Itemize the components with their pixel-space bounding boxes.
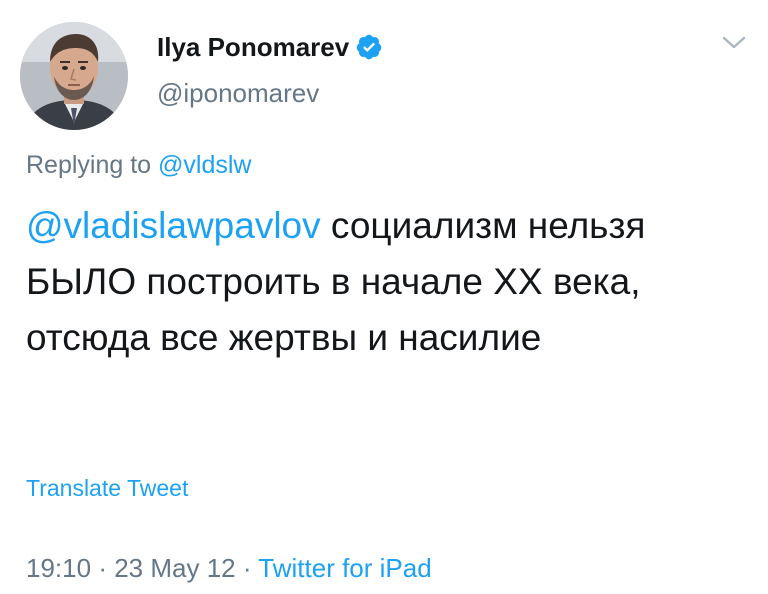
tweet-meta: 19:10 · 23 May 12 · Twitter for iPad <box>26 552 432 584</box>
meta-separator: · <box>98 553 107 583</box>
tweet-mention-link[interactable]: @vladislawpavlov <box>26 205 321 246</box>
author-name-row[interactable]: Ilya Ponomarev <box>157 32 383 62</box>
tweet-source-link[interactable]: Twitter for iPad <box>258 553 431 583</box>
author-handle[interactable]: @iponomarev <box>157 78 319 108</box>
meta-separator: · <box>242 553 252 583</box>
tweet-time[interactable]: 19:10 <box>26 553 91 583</box>
author-display-name[interactable]: Ilya Ponomarev <box>157 32 349 62</box>
tweet-date[interactable]: 23 May 12 <box>114 553 235 583</box>
chevron-down-icon[interactable] <box>720 32 748 54</box>
reply-mention-link[interactable]: @vldslw <box>158 151 251 179</box>
avatar-photo <box>20 22 128 130</box>
tweet-body: @vladislawpavlov социализм нельзя БЫЛО п… <box>26 198 750 366</box>
tweet-card: Ilya Ponomarev @iponomarev Replying to @… <box>0 0 768 594</box>
translate-tweet-link[interactable]: Translate Tweet <box>26 474 188 502</box>
verified-badge-icon <box>356 34 382 60</box>
replying-to-label: Replying to <box>26 151 152 179</box>
avatar[interactable] <box>20 22 128 130</box>
replying-to-line: Replying to @vldslw <box>26 150 251 180</box>
